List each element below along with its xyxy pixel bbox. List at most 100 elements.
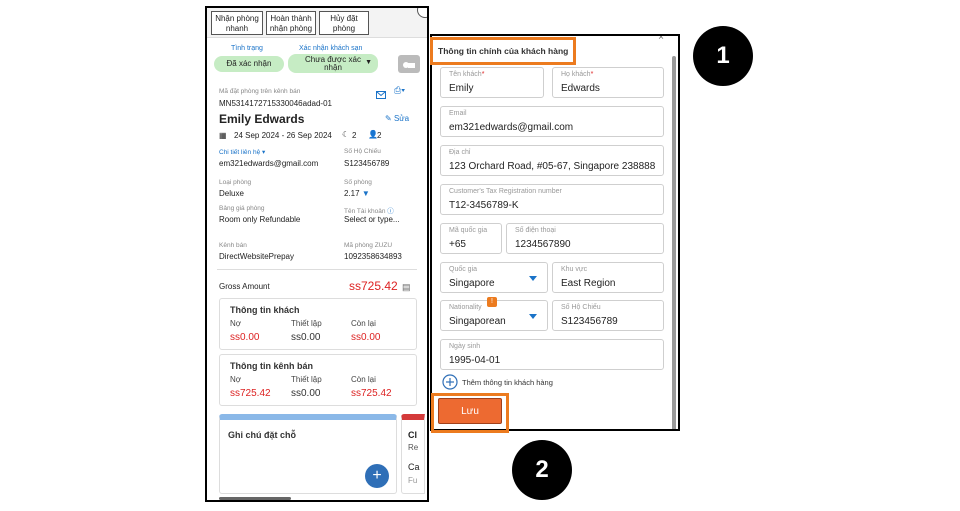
status-pill[interactable]: Đã xác nhận	[214, 56, 284, 72]
room-no-label: Số phòng	[344, 179, 372, 186]
add-note-button[interactable]: +	[365, 464, 389, 488]
calculator-icon[interactable]: ▤	[402, 282, 411, 293]
warning-icon: !	[487, 297, 497, 307]
field-value: 1995-04-01	[449, 355, 501, 366]
vehicle-icon[interactable]	[398, 55, 420, 73]
button-label: nhanh	[225, 24, 249, 33]
label-text: Tên khách	[449, 71, 482, 78]
field-label: Địa chỉ	[449, 149, 471, 156]
field-value: T12-3456789-K	[449, 200, 519, 211]
debt-label: Nợ	[230, 375, 242, 384]
horizontal-scrollbar[interactable]	[219, 497, 291, 500]
card-title: Thông tin khách	[230, 305, 300, 315]
edit-button[interactable]: ✎ Sửa	[385, 114, 409, 123]
callout-badge-1: 1	[693, 26, 753, 86]
peek-text: Cl	[408, 430, 417, 440]
title-highlight	[430, 37, 576, 65]
field-value: S123456789	[561, 316, 618, 327]
divider	[217, 269, 417, 270]
country-select[interactable]: Quốc gia Singapore	[440, 262, 548, 293]
booking-notes-card: Ghi chú đặt chỗ +	[219, 414, 397, 494]
field-value: Singapore	[449, 278, 495, 289]
field-label: Nationality	[449, 304, 482, 311]
required-mark: *	[481, 71, 485, 78]
mail-icon[interactable]	[376, 86, 386, 104]
rate-value: Room only Refundable	[219, 215, 301, 224]
account-input[interactable]: Select or type...	[344, 215, 400, 224]
remaining-label: Còn lại	[351, 319, 376, 328]
field-label: Ngày sinh	[449, 343, 481, 350]
save-button[interactable]: Lưu	[438, 398, 502, 424]
nationality-select[interactable]: Nationality ! Singaporean	[440, 297, 548, 331]
field-value: Singaporean	[449, 316, 506, 327]
region-field[interactable]: Khu vực East Region	[552, 262, 664, 293]
field-label: Email	[449, 110, 467, 117]
next-card-peek[interactable]: Cl Re Ca Fu	[401, 414, 425, 494]
close-icon[interactable]: ×	[658, 36, 664, 43]
quick-checkin-button[interactable]: Nhận phòng nhanh	[211, 11, 263, 35]
chevron-down-icon: ▼	[365, 59, 372, 66]
button-label: Nhận phòng	[215, 14, 259, 23]
field-label: Customer's Tax Registration number	[449, 188, 562, 195]
peek-text: Ca	[408, 462, 420, 472]
channel-code-label: Mã đặt phòng trên kênh bán	[219, 88, 301, 95]
pencil-icon: ✎	[385, 114, 392, 123]
channel-balance-card: Thông tin kênh bán Nợ Thiết lập Còn lại …	[219, 354, 417, 406]
field-value: +65	[449, 239, 466, 250]
confirm-value: nhận	[324, 63, 342, 72]
cancel-booking-button[interactable]: Hủy đặt phòng	[319, 11, 369, 35]
button-label: phòng	[332, 24, 356, 33]
phone-field[interactable]: Số điện thoại 1234567890	[506, 223, 664, 254]
debt-value: ss0.00	[230, 332, 260, 343]
moon-icon: ☾	[342, 130, 350, 139]
button-label: Hủy đặt	[330, 14, 358, 23]
plus-circle-icon	[442, 374, 458, 390]
passport-value: S123456789	[344, 159, 390, 168]
account-label: Tên Tài khoản ⓘ	[344, 205, 394, 215]
channel-value: DirectWebsitePrepay	[219, 252, 294, 261]
field-label: Số điện thoại	[515, 227, 556, 234]
gross-label: Gross Amount	[219, 282, 270, 291]
room-no-select[interactable]: 2.17 ▼	[344, 189, 370, 198]
contact-value: em321edwards@gmail.com	[219, 159, 319, 168]
contact-label-text: Chi tiết liên hệ	[219, 149, 261, 156]
info-icon: ⓘ	[387, 208, 394, 215]
debt-value: ss725.42	[230, 388, 271, 399]
settled-label: Thiết lập	[291, 375, 322, 384]
first-name-field[interactable]: Tên khách* Emily	[440, 67, 544, 98]
required-mark: *	[590, 71, 594, 78]
add-guest-info-label: Thêm thông tin khách hàng	[462, 378, 553, 387]
chevron-down-icon	[529, 276, 537, 281]
passport-field[interactable]: Số Hộ Chiếu S123456789	[552, 300, 664, 331]
email-field[interactable]: Email em321edwards@gmail.com	[440, 106, 664, 137]
rate-label: Bảng giá phòng	[219, 205, 265, 212]
chevron-down-icon	[529, 314, 537, 319]
print-icon[interactable]: ⎙▾	[394, 85, 405, 96]
channel-code: MN5314172715330046adad-01	[219, 99, 332, 108]
hotel-confirm-select[interactable]: Chưa được xác nhận ▼	[288, 54, 378, 73]
country-code-field[interactable]: Mã quốc gia +65	[440, 223, 502, 254]
tax-number-field[interactable]: Customer's Tax Registration number T12-3…	[440, 184, 664, 215]
settled-label: Thiết lập	[291, 319, 322, 328]
zuzu-label: Mã phòng ZUZU	[344, 242, 393, 249]
peek-text: Re	[408, 443, 419, 452]
card-title: Thông tin kênh bán	[230, 361, 313, 371]
date-of-birth-field[interactable]: Ngày sinh 1995-04-01	[440, 339, 664, 370]
button-label: nhận phòng	[269, 24, 313, 33]
last-name-field[interactable]: Họ khách* Edwards	[552, 67, 664, 98]
debt-label: Nợ	[230, 319, 242, 328]
field-label: Quốc gia	[449, 266, 478, 273]
gross-value: ss725.42	[349, 279, 398, 293]
contact-label[interactable]: Chi tiết liên hệ ▾	[219, 148, 265, 156]
zuzu-value: 1092358634893	[344, 252, 402, 261]
vertical-scrollbar[interactable]	[672, 56, 676, 429]
complete-checkin-button[interactable]: Hoàn thành nhận phòng	[266, 11, 316, 35]
room-type-value: Deluxe	[219, 189, 244, 198]
corner-handle[interactable]	[417, 8, 427, 18]
settled-value: ss0.00	[291, 332, 321, 343]
remaining-label: Còn lại	[351, 375, 376, 384]
channel-label: Kênh bán	[219, 242, 247, 249]
remaining-value: ss725.42	[351, 388, 392, 399]
field-label: Mã quốc gia	[449, 227, 488, 234]
address-field[interactable]: Địa chỉ 123 Orchard Road, #05-67, Singap…	[440, 145, 664, 176]
